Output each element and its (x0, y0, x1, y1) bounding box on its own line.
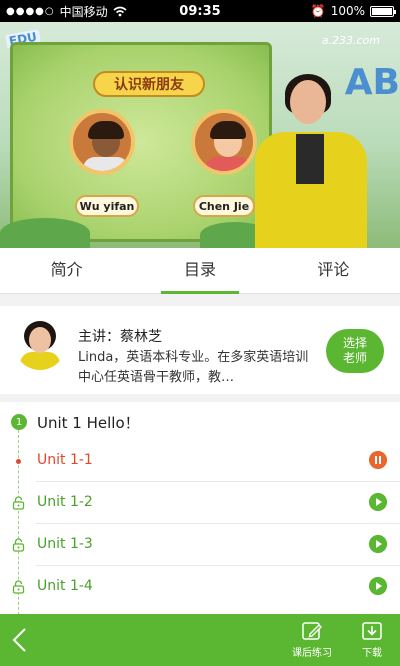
carrier-label: 中国移动 (59, 4, 108, 19)
status-right: ⏰ 100% (244, 4, 396, 18)
download-button[interactable]: 下载 (342, 620, 400, 664)
lesson-row[interactable]: Unit 1-1 (0, 440, 400, 482)
bottom-bar: 课后练习 下载 (0, 614, 400, 666)
signal-icon: ●●●●○ (6, 5, 55, 17)
cartoon-boy-avatar (69, 109, 135, 175)
lesson-label: Unit 1-2 (37, 494, 93, 510)
lesson-row[interactable]: Unit 1-2 (0, 482, 400, 524)
battery-level (372, 7, 392, 15)
name-tag-right: Chen Jie (193, 195, 255, 217)
lock-icon (12, 580, 25, 594)
practice-label: 课后练习 (292, 648, 332, 659)
practice-button[interactable]: 课后练习 (282, 620, 342, 664)
unit-number-badge: 1 (11, 414, 27, 430)
alarm-icon: ⏰ (310, 4, 326, 18)
download-icon (362, 622, 382, 640)
tab-catalog[interactable]: 目录 (133, 248, 266, 294)
lock-icon (12, 538, 25, 552)
play-icon[interactable] (369, 493, 387, 511)
download-label: 下载 (362, 648, 382, 659)
teacher-avatar (14, 318, 66, 370)
play-icon[interactable] (369, 535, 387, 553)
lock-icon (12, 496, 25, 510)
video-watermark: a.233.com (321, 34, 380, 47)
lesson-label: Unit 1-1 (37, 452, 93, 468)
wifi-icon (113, 6, 127, 16)
name-tag-left: Wu yifan (75, 195, 139, 217)
unit-title: Unit 1 Hello！ (37, 414, 140, 432)
lesson-label: Unit 1-4 (37, 578, 93, 594)
choose-teacher-button[interactable]: 选择 老师 (326, 329, 384, 373)
video-player[interactable]: EDU 认识新朋友 Wu yifan Chen Jie a.233.com AB (0, 22, 400, 248)
lesson-row[interactable]: Unit 1-3 (0, 524, 400, 566)
teacher-name: 主讲：蔡林芝 (78, 329, 162, 345)
pause-icon[interactable] (369, 451, 387, 469)
lesson-board: 认识新朋友 Wu yifan Chen Jie (10, 42, 272, 242)
lesson-list: 1 Unit 1 Hello！ Unit 1-1 Unit 1-2 Unit 1… (0, 402, 400, 620)
board-title-banner: 认识新朋友 (93, 71, 205, 97)
lesson-label: Unit 1-3 (37, 536, 93, 552)
decorative-letters: AB (344, 62, 400, 103)
tab-bar: 简介 目录 评论 (0, 248, 400, 294)
battery-percent: 100% (330, 4, 365, 18)
teacher-face (290, 80, 326, 124)
edit-icon (302, 622, 322, 640)
status-left: ●●●●○ 中国移动 (6, 3, 156, 20)
bush-decoration (0, 218, 90, 248)
current-dot-icon (16, 459, 21, 464)
back-arrow-icon[interactable] (8, 626, 32, 654)
teacher-card: 主讲：蔡林芝 Linda，英语本科专业。在多家英语培训中心任英语骨干教师，教… … (0, 306, 400, 394)
lesson-row[interactable]: Unit 1-4 (0, 566, 400, 608)
play-icon[interactable] (369, 577, 387, 595)
teacher-description: Linda，英语本科专业。在多家英语培训中心任英语骨干教师，教… (78, 350, 309, 385)
battery-icon (370, 5, 396, 17)
cartoon-girl-avatar (191, 109, 257, 175)
board-title: 认识新朋友 (114, 77, 184, 93)
status-bar: ●●●●○ 中国移动 09:35 ⏰ 100% (0, 0, 400, 22)
tab-comments[interactable]: 评论 (267, 248, 400, 293)
tab-intro[interactable]: 简介 (0, 248, 133, 293)
choose-teacher-label: 选择 老师 (342, 336, 367, 365)
status-time: 09:35 (179, 3, 221, 19)
unit-header[interactable]: 1 Unit 1 Hello！ (0, 402, 400, 442)
teacher-shirt (296, 134, 324, 184)
